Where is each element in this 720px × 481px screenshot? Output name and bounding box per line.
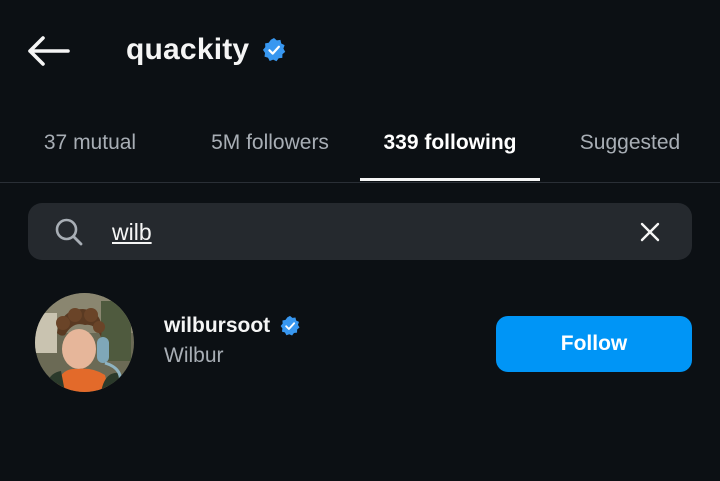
follow-button[interactable]: Follow xyxy=(496,316,692,372)
search-icon xyxy=(55,218,83,246)
page-title: quackity xyxy=(126,33,250,66)
profile-title: quackity xyxy=(126,28,287,72)
search-input[interactable] xyxy=(112,213,612,251)
header: quackity xyxy=(0,0,720,100)
list-item[interactable]: wilbursoot Wilbur Follow xyxy=(0,290,720,396)
display-name: Wilbur xyxy=(164,344,224,367)
tab-followers[interactable]: 5M followers xyxy=(180,104,360,182)
verified-badge-icon xyxy=(263,37,286,62)
username-row: wilbursoot xyxy=(164,312,301,340)
active-tab-indicator xyxy=(360,178,540,181)
clear-search-button[interactable] xyxy=(634,216,666,248)
verified-badge-icon xyxy=(280,315,300,336)
username: wilbursoot xyxy=(164,314,271,337)
avatar[interactable] xyxy=(35,293,134,392)
search-bar[interactable] xyxy=(28,203,692,260)
tab-following[interactable]: 339 following xyxy=(360,104,540,182)
back-button[interactable] xyxy=(24,30,72,72)
close-icon xyxy=(640,222,660,242)
arrow-left-icon xyxy=(28,36,70,66)
tab-bar: 37 mutual 5M followers 339 following Sug… xyxy=(0,104,720,183)
tab-mutual[interactable]: 37 mutual xyxy=(0,104,180,182)
avatar-image xyxy=(35,293,134,392)
tab-suggested[interactable]: Suggested xyxy=(540,104,720,182)
screen: quackity 37 mutual 5M followers 339 foll… xyxy=(0,0,720,481)
user-info: wilbursoot Wilbur xyxy=(164,312,301,368)
